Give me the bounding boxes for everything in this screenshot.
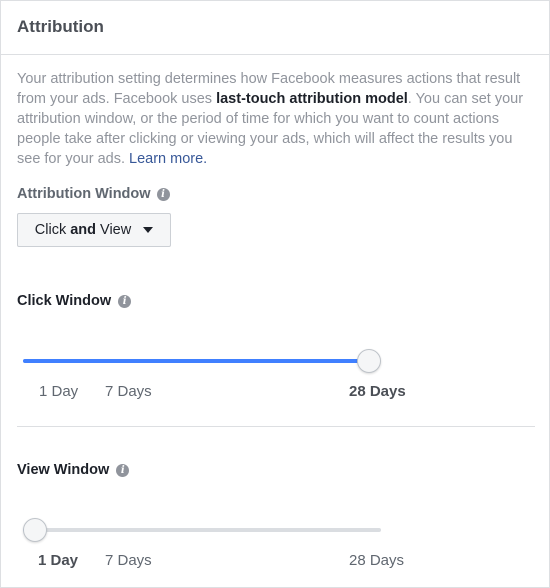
view-window-track[interactable] — [23, 528, 381, 532]
view-window-slider[interactable] — [23, 518, 381, 542]
dropdown-value-bold: and — [70, 222, 97, 238]
panel-header: Attribution — [1, 1, 549, 55]
click-window-title: Click Window i — [17, 293, 132, 309]
dropdown-value-part2: View — [96, 222, 132, 238]
panel-title: Attribution — [17, 17, 104, 36]
click-window-ticks: 1 Day 7 Days 28 Days — [1, 383, 550, 403]
attribution-window-label-text: Attribution Window — [17, 186, 151, 202]
tick-1-day[interactable]: 1 Day — [39, 383, 78, 400]
attribution-panel: Attribution Your attribution setting det… — [0, 0, 550, 588]
caret-down-icon — [143, 227, 154, 233]
click-window-slider[interactable] — [23, 349, 381, 373]
tick-28-days[interactable]: 28 Days — [349, 383, 406, 400]
section-divider — [17, 426, 535, 427]
view-window-title-text: View Window — [17, 462, 110, 478]
tick-1-day[interactable]: 1 Day — [38, 552, 78, 569]
click-window-thumb[interactable] — [357, 349, 381, 373]
info-icon[interactable]: i — [156, 187, 170, 201]
click-window-title-text: Click Window — [17, 293, 112, 309]
dropdown-value: Click and View — [35, 222, 131, 238]
info-icon[interactable]: i — [118, 294, 132, 308]
attribution-window-dropdown[interactable]: Click and View — [17, 213, 171, 247]
tick-28-days[interactable]: 28 Days — [349, 552, 404, 569]
click-window-fill — [23, 359, 369, 363]
attribution-window-label: Attribution Window i — [17, 186, 170, 202]
dropdown-value-part1: Click — [34, 222, 71, 238]
tick-7-days[interactable]: 7 Days — [105, 552, 152, 569]
learn-more-link[interactable]: Learn more. — [129, 151, 207, 167]
tick-7-days[interactable]: 7 Days — [105, 383, 152, 400]
info-icon[interactable]: i — [116, 463, 130, 477]
description-bold-text: last-touch attribution model — [216, 91, 408, 107]
view-window-thumb[interactable] — [23, 518, 47, 542]
attribution-description: Your attribution setting determines how … — [17, 69, 537, 169]
view-window-title: View Window i — [17, 462, 130, 478]
view-window-ticks: 1 Day 7 Days 28 Days — [1, 552, 550, 572]
